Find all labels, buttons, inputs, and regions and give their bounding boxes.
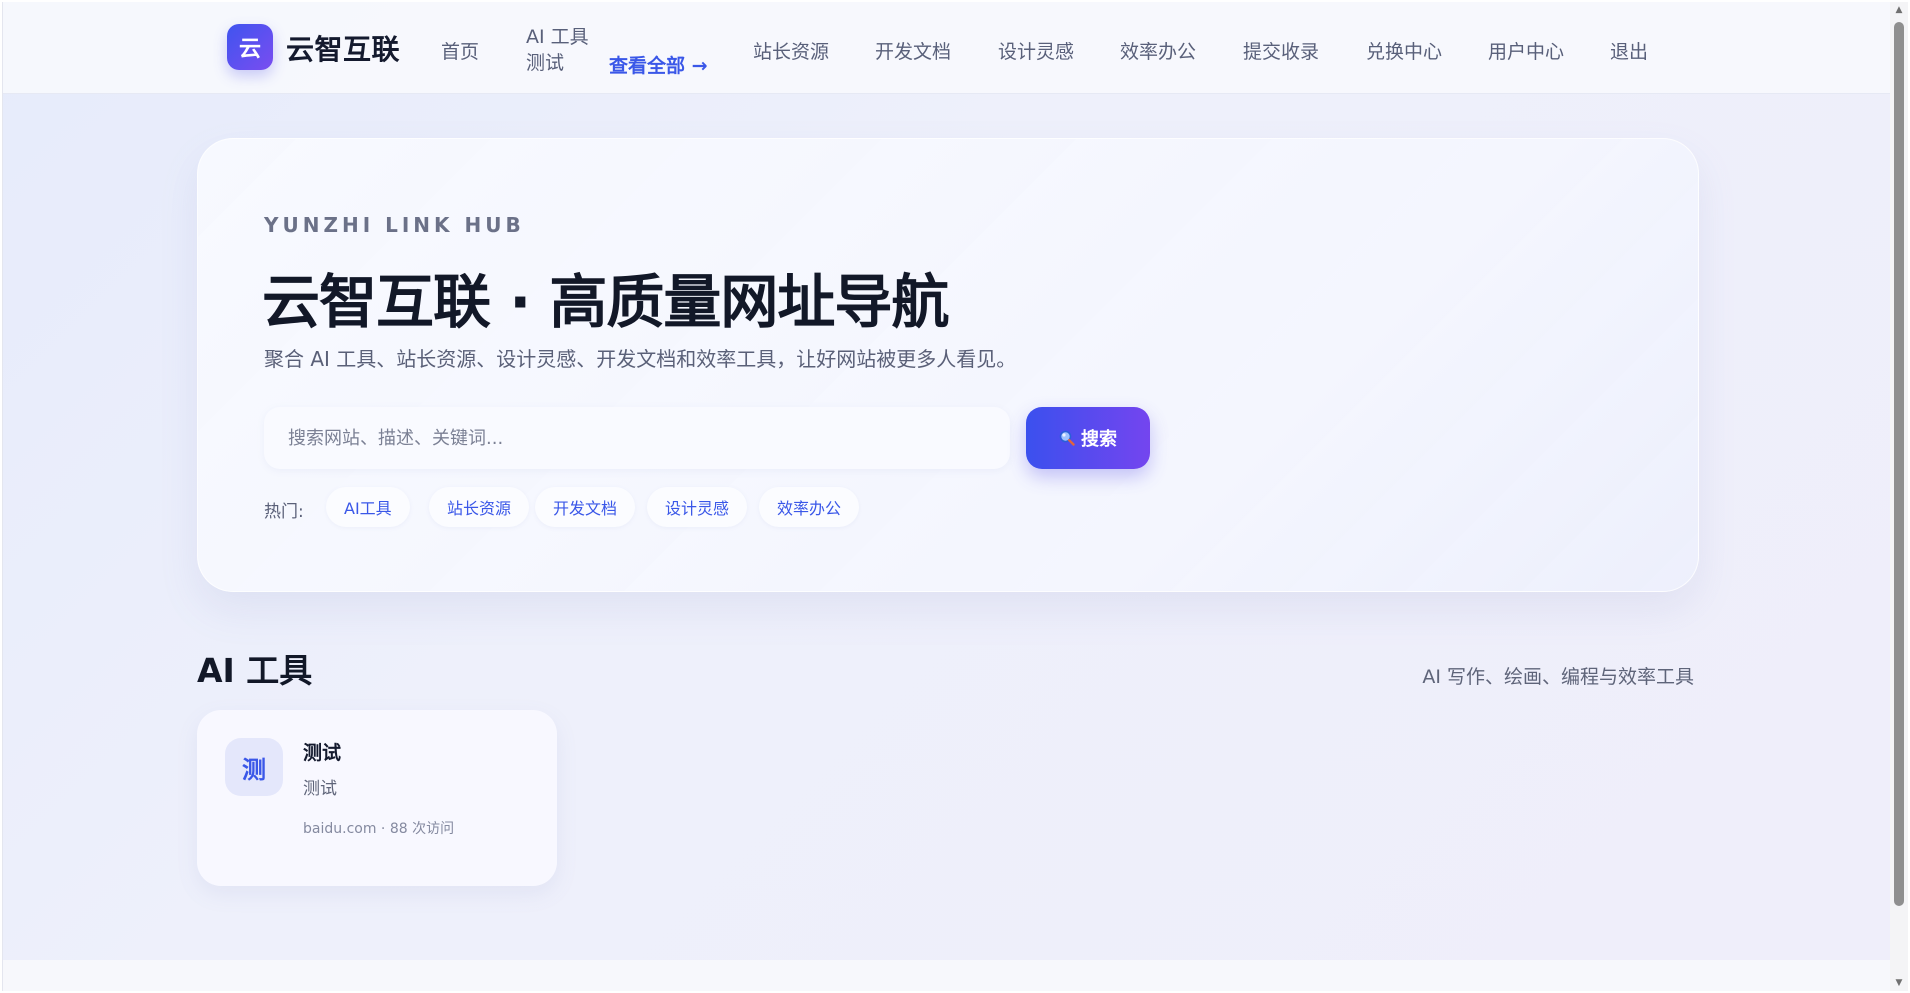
hot-tag-dev-docs[interactable]: 开发文档 (535, 487, 636, 527)
hero-title: 云智互联 · 高质量网址导航 (262, 268, 949, 336)
nav-office[interactable]: 效率办公 (1120, 37, 1196, 64)
nav-user-center[interactable]: 用户中心 (1488, 37, 1564, 64)
nav-exchange[interactable]: 兑换中心 (1366, 37, 1442, 64)
footer-strip (3, 960, 1890, 991)
brand-name[interactable]: 云智互联 (286, 28, 400, 68)
hot-label: 热门: (264, 502, 304, 522)
nav-design[interactable]: 设计灵感 (998, 37, 1074, 64)
hero-eyebrow: YUNZHI LINK HUB (264, 213, 525, 237)
vertical-scrollbar[interactable]: ▲ ▼ (1890, 2, 1908, 991)
search-button-label: 搜索 (1081, 429, 1117, 450)
hero-panel: YUNZHI LINK HUB 云智互联 · 高质量网址导航 聚合 AI 工具、… (197, 138, 1699, 592)
nav-ai-tools-dropdown[interactable]: AI 工具 测试 (526, 24, 589, 76)
site-avatar: 测 (225, 738, 283, 796)
hot-tag-ai-tools[interactable]: AI工具 (326, 487, 410, 527)
nav-ai-tools-test[interactable]: 测试 (526, 50, 589, 76)
logo-icon[interactable]: 云 (227, 24, 273, 70)
search-input[interactable] (264, 407, 1010, 469)
site-title[interactable]: 测试 (303, 738, 341, 765)
scroll-up-arrow-icon[interactable]: ▲ (1890, 2, 1908, 18)
site-meta: baidu.com · 88 次访问 (303, 821, 455, 837)
nav-home[interactable]: 首页 (441, 37, 479, 64)
section-title: AI 工具 (197, 651, 313, 690)
page-viewport: 云 云智互联 首页 AI 工具 测试 查看全部 → 站长资源 开发文档 设计灵感… (2, 2, 1890, 991)
nav-dev-docs[interactable]: 开发文档 (875, 37, 951, 64)
section-description: AI 写作、绘画、编程与效率工具 (1422, 666, 1694, 688)
hot-tag-office[interactable]: 效率办公 (759, 487, 860, 527)
nav-view-all-link[interactable]: 查看全部 → (609, 51, 708, 78)
hot-tag-design[interactable]: 设计灵感 (647, 487, 748, 527)
nav-ai-tools-label: AI 工具 (526, 26, 589, 48)
site-description: 测试 (303, 779, 337, 799)
search-icon (1059, 430, 1075, 446)
search-button[interactable]: 搜索 (1026, 407, 1150, 469)
hot-tag-webmaster[interactable]: 站长资源 (429, 487, 530, 527)
scrollbar-thumb[interactable] (1894, 22, 1904, 906)
scroll-down-arrow-icon[interactable]: ▼ (1890, 975, 1908, 991)
nav-submit[interactable]: 提交收录 (1243, 37, 1319, 64)
nav-webmaster[interactable]: 站长资源 (753, 37, 829, 64)
hero-subtitle: 聚合 AI 工具、站长资源、设计灵感、开发文档和效率工具，让好网站被更多人看见。 (264, 347, 1017, 371)
top-navigation-bar: 云 云智互联 首页 AI 工具 测试 查看全部 → 站长资源 开发文档 设计灵感… (3, 2, 1890, 94)
nav-logout[interactable]: 退出 (1610, 37, 1648, 64)
site-card[interactable]: 测 测试 测试 baidu.com · 88 次访问 (197, 710, 557, 886)
